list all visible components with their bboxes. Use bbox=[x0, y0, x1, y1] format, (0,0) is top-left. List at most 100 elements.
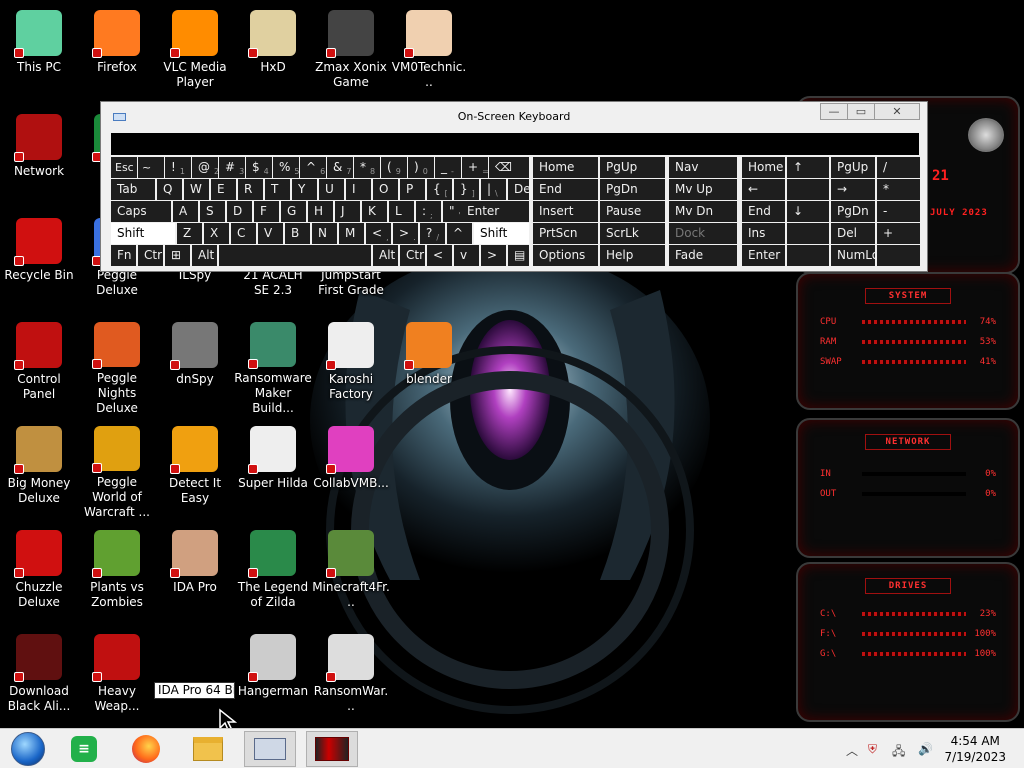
osk-nav-key[interactable]: PgUp bbox=[600, 157, 665, 178]
desktop-icon[interactable]: Control Panel bbox=[0, 316, 78, 416]
desktop-icon[interactable]: IDA Pro bbox=[156, 524, 234, 624]
osk-key[interactable]: V bbox=[258, 223, 283, 244]
osk-nav-option[interactable]: Dock bbox=[669, 223, 737, 244]
osk-title-bar[interactable]: On-Screen Keyboard — ▭ ✕ bbox=[101, 102, 927, 130]
osk-nav-key[interactable]: Pause bbox=[600, 201, 665, 222]
osk-numpad-key[interactable]: Home bbox=[742, 157, 785, 178]
osk-key[interactable]: < bbox=[427, 245, 452, 266]
osk-key[interactable]: ? / bbox=[420, 223, 445, 244]
osk-key[interactable]: Caps bbox=[111, 201, 171, 222]
osk-key[interactable]: K bbox=[362, 201, 387, 222]
osk-key[interactable]: Ctrl bbox=[138, 245, 163, 266]
osk-key[interactable]: @2 bbox=[192, 157, 218, 178]
osk-nav-key[interactable]: Home bbox=[533, 157, 598, 178]
osk-key[interactable]: E bbox=[211, 179, 236, 200]
osk-key[interactable]: F bbox=[254, 201, 279, 222]
desktop-icon[interactable]: CollabVMB... bbox=[312, 420, 390, 520]
osk-key[interactable]: * 8 bbox=[354, 157, 380, 178]
osk-key[interactable]: P bbox=[400, 179, 425, 200]
desktop-icon[interactable]: Big Money Deluxe bbox=[0, 420, 78, 520]
osk-key[interactable]: ⊞ bbox=[165, 245, 190, 266]
desktop-icon[interactable]: blender bbox=[390, 316, 468, 416]
desktop-icon[interactable]: Plants vs Zombies bbox=[78, 524, 156, 624]
osk-key[interactable]: + = bbox=[462, 157, 488, 178]
desktop-icon[interactable]: Peggle Nights Deluxe bbox=[78, 316, 156, 416]
desktop-icon[interactable]: Firefox bbox=[78, 4, 156, 104]
osk-key[interactable]: B bbox=[285, 223, 310, 244]
osk-key[interactable]: Del bbox=[508, 179, 529, 200]
chevron-up-icon[interactable]: ︿ bbox=[846, 742, 858, 759]
osk-key[interactable]: W bbox=[184, 179, 209, 200]
desktop-icon[interactable]: RansomWar... bbox=[312, 628, 390, 728]
osk-numpad-key[interactable]: Ins bbox=[742, 223, 785, 244]
osk-key[interactable]: % 5 bbox=[273, 157, 299, 178]
network-tray-icon[interactable]: 🖧 bbox=[892, 742, 905, 763]
osk-numpad-key[interactable]: PgUp bbox=[831, 157, 875, 178]
osk-key[interactable]: Tab bbox=[111, 179, 155, 200]
osk-numpad-key[interactable]: ↓ bbox=[787, 201, 829, 222]
osk-numpad-key[interactable]: → bbox=[831, 179, 875, 200]
minimize-button[interactable]: — bbox=[820, 103, 848, 120]
desktop-icon[interactable]: This PC bbox=[0, 4, 78, 104]
rename-textbox[interactable]: IDA Pro 64 Bit bbox=[154, 682, 235, 699]
osk-numpad-key[interactable] bbox=[787, 245, 829, 266]
osk-key[interactable]: H bbox=[308, 201, 333, 222]
osk-numpad-key[interactable]: / bbox=[877, 157, 920, 178]
desktop-icon[interactable]: Download Black Ali... bbox=[0, 628, 78, 728]
osk-nav-key[interactable]: PrtScn bbox=[533, 223, 598, 244]
desktop-icon[interactable]: Chuzzle Deluxe bbox=[0, 524, 78, 624]
clock[interactable]: 4:54 AM 7/19/2023 bbox=[944, 733, 1006, 765]
osk-nav-key[interactable]: ScrLk bbox=[600, 223, 665, 244]
osk-key[interactable]: T bbox=[265, 179, 290, 200]
desktop-icon[interactable]: Network bbox=[0, 108, 78, 208]
osk-numpad-key[interactable]: ← bbox=[742, 179, 785, 200]
osk-key[interactable]: & 7 bbox=[327, 157, 353, 178]
osk-key[interactable]: Y bbox=[292, 179, 317, 200]
osk-numpad-key[interactable]: + bbox=[877, 223, 920, 244]
osk-numpad-key[interactable] bbox=[787, 223, 829, 244]
start-orb-icon[interactable] bbox=[2, 731, 54, 767]
osk-key[interactable]: ) 0 bbox=[408, 157, 434, 178]
osk-nav-option[interactable]: Fade bbox=[669, 245, 737, 266]
desktop-icon[interactable]: HxD bbox=[234, 4, 312, 104]
osk-key[interactable]: Ctrl bbox=[400, 245, 425, 266]
desktop-icon[interactable]: dnSpy bbox=[156, 316, 234, 416]
osk-key[interactable]: Shift bbox=[474, 223, 529, 244]
osk-key[interactable]: >. bbox=[393, 223, 418, 244]
osk-key[interactable]: :; bbox=[416, 201, 441, 222]
desktop-icon[interactable]: Heavy Weap... bbox=[78, 628, 156, 728]
osk-key[interactable]: L bbox=[389, 201, 414, 222]
osk-key[interactable]: }] bbox=[454, 179, 479, 200]
osk-numpad-key[interactable]: Enter bbox=[742, 245, 785, 266]
osk-key[interactable]: A bbox=[173, 201, 198, 222]
osk-key[interactable]: X bbox=[204, 223, 229, 244]
volume-icon[interactable]: 🔊 bbox=[918, 742, 933, 756]
osk-key[interactable]: (9 bbox=[381, 157, 407, 178]
osk-nav-key[interactable]: Insert bbox=[533, 201, 598, 222]
osk-numpad-key[interactable]: PgDn bbox=[831, 201, 875, 222]
file-explorer-icon[interactable] bbox=[182, 731, 234, 767]
desktop-icon[interactable]: VLC Media Player bbox=[156, 4, 234, 104]
osk-key[interactable]: | \ bbox=[481, 179, 506, 200]
osk-key[interactable]: ! 1 bbox=[165, 157, 191, 178]
osk-key[interactable]: N bbox=[312, 223, 337, 244]
desktop-icon[interactable]: Detect It Easy bbox=[156, 420, 234, 520]
osk-key[interactable]: Alt bbox=[373, 245, 398, 266]
osk-key[interactable]: Fn bbox=[111, 245, 136, 266]
osk-key[interactable]: G bbox=[281, 201, 306, 222]
desktop-icon[interactable]: Minecraft4Fr... bbox=[312, 524, 390, 624]
osk-key[interactable]: Shift bbox=[111, 223, 175, 244]
alienware-widget-icon[interactable] bbox=[306, 731, 358, 767]
osk-key[interactable]: ~ bbox=[138, 157, 164, 178]
desktop-icon[interactable]: The Legend of Zilda bbox=[234, 524, 312, 624]
osk-numpad-key[interactable] bbox=[877, 245, 920, 266]
osk-key[interactable]: > bbox=[481, 245, 506, 266]
desktop-icon[interactable]: Karoshi Factory bbox=[312, 316, 390, 416]
osk-key[interactable]: U bbox=[319, 179, 344, 200]
osk-nav-key[interactable]: End bbox=[533, 179, 598, 200]
osk-key[interactable]: <, bbox=[366, 223, 391, 244]
osk-icon[interactable] bbox=[244, 731, 296, 767]
osk-key[interactable]: ^ bbox=[447, 223, 472, 244]
osk-key[interactable]: Enter bbox=[461, 201, 529, 222]
desktop-icon[interactable]: Ransomware Maker Build... bbox=[234, 316, 312, 416]
